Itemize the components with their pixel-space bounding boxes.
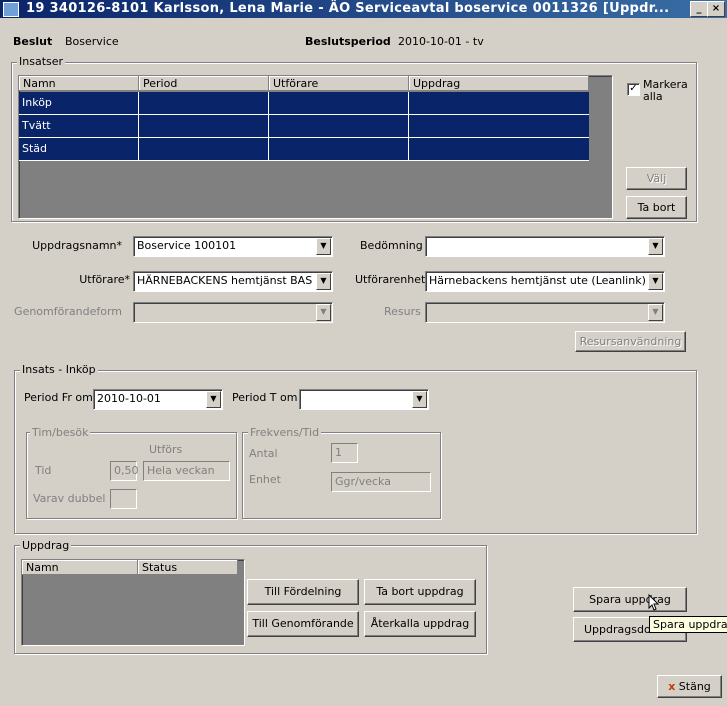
ta-bort-uppdrag-button[interactable]: Ta bort uppdrag [364, 579, 476, 605]
cell-period [139, 115, 269, 137]
close-icon[interactable]: × [707, 1, 725, 17]
utfors-label: Utförs [149, 443, 183, 456]
stang-button[interactable]: x Stäng [657, 675, 722, 698]
genomforandeform-label: Genomförandeform [14, 305, 122, 318]
bedomning-combo[interactable]: ▼ [425, 236, 665, 257]
cell-uppdrag [409, 138, 589, 160]
spara-uppdrag-button[interactable]: Spara uppdrag [573, 587, 687, 612]
chevron-down-icon[interactable]: ▼ [316, 273, 331, 290]
varav-dubbel-label: Varav dubbel [33, 492, 106, 505]
frekvens-title: Frekvens/Tid [248, 426, 322, 439]
beslutsperiod-value: 2010-10-01 - tv [398, 35, 484, 48]
markera-alla-label-2: alla [643, 90, 663, 103]
enhet-label: Enhet [249, 473, 281, 486]
tid-utfors-field[interactable]: Hela veckan [143, 461, 230, 481]
column-header-namn[interactable]: Namn [19, 76, 139, 91]
utforare-value: HÄRNEBACKENS hemtjänst BAS (Lea [137, 274, 314, 287]
cell-namn: Inköp [19, 92, 139, 114]
cell-namn: Tvätt [19, 115, 139, 137]
table-row[interactable]: Tvätt [19, 115, 589, 138]
beslut-value: Boservice [65, 35, 119, 48]
cell-uppdrag [409, 92, 589, 114]
period-fr-label: Period Fr om [24, 391, 93, 404]
utforarenhet-value: Härnebackens hemtjänst ute (Leanlink) [429, 274, 646, 287]
table-row[interactable]: Inköp [19, 92, 589, 115]
enhet-field[interactable]: Ggr/vecka [331, 472, 431, 492]
chevron-down-icon[interactable]: ▼ [648, 304, 663, 321]
resurs-label: Resurs [384, 305, 421, 318]
minimize-button[interactable]: _ [690, 1, 708, 17]
chevron-down-icon[interactable]: ▼ [648, 238, 663, 255]
uppdragsnamn-value: Boservice 100101 [137, 239, 237, 252]
column-header-namn[interactable]: Namn [22, 560, 138, 575]
resurs-combo[interactable]: ▼ [425, 302, 665, 323]
till-genomforande-button[interactable]: Till Genomförande [247, 611, 359, 637]
table-row[interactable]: Städ [19, 138, 589, 161]
uppdrag-grid[interactable]: Namn Status [21, 559, 245, 646]
arrow-cursor-icon [648, 594, 660, 611]
utforarenhet-combo[interactable]: Härnebackens hemtjänst ute (Leanlink) ▼ [425, 271, 665, 292]
column-header-utforare[interactable]: Utförare [269, 76, 409, 91]
aterkalla-uppdrag-button[interactable]: Återkalla uppdrag [364, 611, 476, 637]
markera-alla-checkbox[interactable]: ✓ [627, 83, 640, 96]
insatser-title: Insatser [17, 55, 66, 68]
till-fordelning-button[interactable]: Till Fördelning [247, 579, 359, 605]
chevron-down-icon[interactable]: ▼ [316, 304, 331, 321]
period-fr-value: 2010-10-01 [97, 392, 161, 405]
tid-field[interactable]: 0,50 [110, 461, 139, 481]
utforare-label: Utförare* [79, 273, 130, 286]
tid-label: Tid [35, 464, 52, 477]
chevron-down-icon[interactable]: ▼ [412, 391, 427, 408]
uppdrag-title: Uppdrag [20, 539, 72, 552]
bedomning-label: Bedömning [360, 239, 423, 252]
period-t-label: Period T om [232, 391, 298, 404]
column-header-uppdrag[interactable]: Uppdrag [409, 76, 589, 91]
cell-period [139, 92, 269, 114]
column-header-status[interactable]: Status [138, 560, 238, 575]
valj-button[interactable]: Välj [626, 167, 687, 190]
app-icon [3, 2, 19, 17]
cell-utforare [269, 138, 409, 160]
period-t-combo[interactable]: ▼ [299, 389, 429, 410]
cell-utforare [269, 115, 409, 137]
cell-period [139, 138, 269, 160]
chevron-down-icon[interactable]: ▼ [316, 238, 331, 255]
ta-bort-button[interactable]: Ta bort [626, 196, 687, 219]
title-bar: 19 340126-8101 Karlsson, Lena Marie - ÄO… [0, 0, 727, 18]
genomforandeform-combo[interactable]: ▼ [133, 302, 333, 323]
tooltip: Spara uppdrag [649, 616, 727, 633]
utforare-combo[interactable]: HÄRNEBACKENS hemtjänst BAS (Lea ▼ [133, 271, 333, 292]
cell-namn: Städ [19, 138, 139, 160]
chevron-down-icon[interactable]: ▼ [648, 273, 663, 290]
antal-label: Antal [249, 447, 278, 460]
beslut-label: Beslut [13, 35, 53, 48]
uppdragsnamn-label: Uppdragsnamn* [32, 239, 122, 252]
cell-uppdrag [409, 115, 589, 137]
utforarenhet-label: Utförarenhet [355, 273, 426, 286]
x-icon: x [668, 680, 676, 693]
chevron-down-icon[interactable]: ▼ [206, 391, 221, 408]
insatser-grid[interactable]: Namn Period Utförare Uppdrag Inköp Tvätt… [18, 75, 613, 219]
varav-dubbel-field[interactable] [110, 489, 137, 509]
antal-field[interactable]: 1 [331, 443, 358, 463]
insats-title: Insats - Inköp [20, 363, 98, 376]
stang-label: Stäng [678, 680, 711, 693]
cell-utforare [269, 92, 409, 114]
window-title: 19 340126-8101 Karlsson, Lena Marie - ÄO… [26, 1, 670, 16]
period-fr-combo[interactable]: 2010-10-01 ▼ [93, 389, 223, 410]
column-header-period[interactable]: Period [139, 76, 269, 91]
timbesok-title: Tim/besök [30, 426, 91, 439]
resursanvandning-button[interactable]: Resursanvändning [575, 331, 686, 352]
beslutsperiod-label: Beslutsperiod [305, 35, 391, 48]
uppdragsnamn-combo[interactable]: Boservice 100101 ▼ [133, 236, 333, 257]
